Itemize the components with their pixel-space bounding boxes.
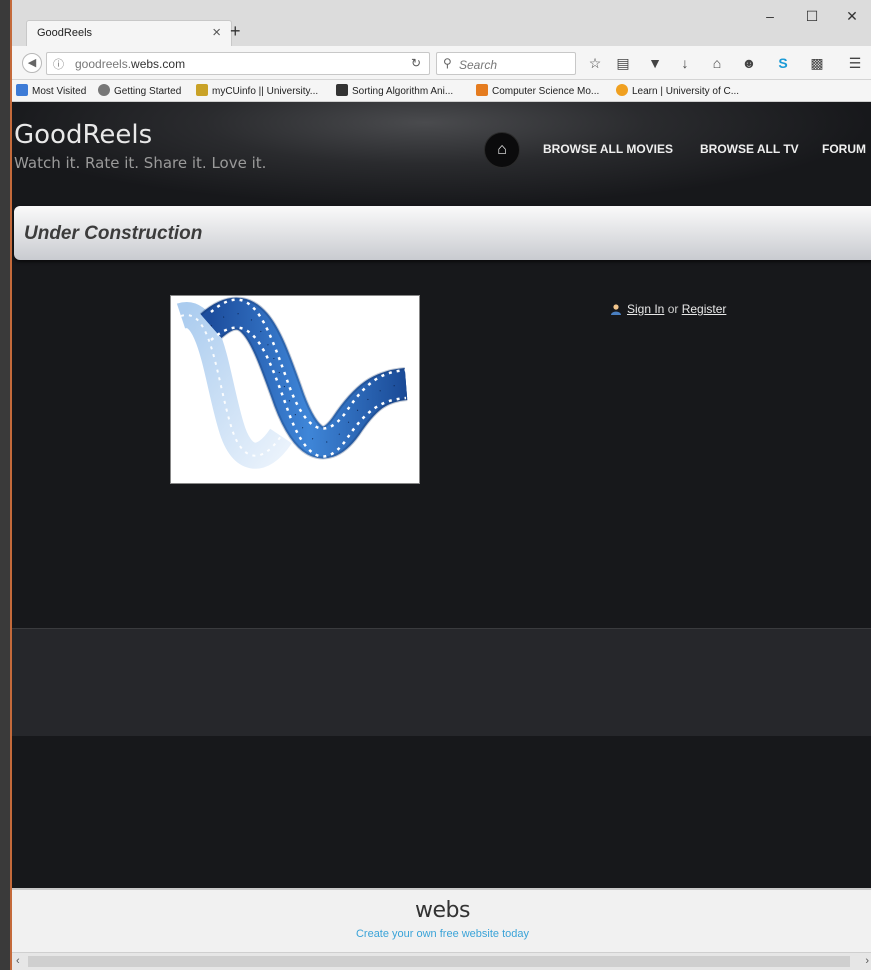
- nav-forum[interactable]: FORUM: [822, 142, 866, 156]
- webs-footer: webs Create your own free website today: [12, 888, 871, 952]
- scroll-left-icon[interactable]: ‹: [16, 955, 20, 967]
- home-icon[interactable]: ⌂: [708, 55, 726, 71]
- maximize-button[interactable]: ☐: [802, 8, 822, 25]
- search-input[interactable]: ⚲ Search: [436, 52, 576, 75]
- learn-icon: [616, 84, 628, 96]
- bookmark-mycuinfo[interactable]: myCUinfo || University...: [196, 84, 318, 97]
- cu-logo-icon: [196, 84, 208, 96]
- new-tab-button[interactable]: +: [230, 21, 241, 42]
- bookmark-icon: [16, 84, 28, 96]
- bookmark-sorting-algorithm[interactable]: Sorting Algorithm Ani...: [336, 84, 453, 97]
- chat-icon[interactable]: ☻: [740, 55, 758, 71]
- reader-view-icon[interactable]: ▤: [614, 55, 632, 72]
- menu-icon[interactable]: ☰: [846, 55, 864, 72]
- search-placeholder: Search: [459, 58, 498, 72]
- extension-icon[interactable]: ▩: [808, 55, 826, 72]
- browser-window: GoodReels × + – ☐ ✕ ◀ ⓘ goodreels.webs.c…: [10, 0, 871, 970]
- bookmark-most-visited[interactable]: Most Visited: [16, 84, 86, 97]
- tab-close-icon[interactable]: ×: [212, 24, 221, 41]
- page-content: GoodReels Watch it. Rate it. Share it. L…: [12, 102, 871, 970]
- home-button[interactable]: ⌂: [484, 132, 520, 168]
- title-bar: GoodReels × + – ☐ ✕: [12, 0, 871, 46]
- skype-icon[interactable]: S: [774, 55, 792, 71]
- bars-icon: [336, 84, 348, 96]
- url-text: goodreels.webs.com: [75, 57, 186, 71]
- bookmarks-toolbar: Most Visited Getting Started myCUinfo ||…: [12, 80, 871, 102]
- page-title: Under Construction: [24, 223, 203, 244]
- bookmark-star-icon[interactable]: ☆: [586, 55, 604, 72]
- site-header: GoodReels Watch it. Rate it. Share it. L…: [12, 102, 871, 206]
- webs-logo[interactable]: webs: [12, 898, 871, 923]
- navigation-bar: ◀ ⓘ goodreels.webs.com ↻ ⚲ Search ☆ ▤ ▼ …: [12, 46, 871, 80]
- download-icon[interactable]: ↓: [676, 55, 694, 71]
- reload-icon[interactable]: ↻: [411, 56, 421, 70]
- nav-browse-all-movies[interactable]: BROWSE ALL MOVIES: [543, 142, 673, 156]
- film-strip-image: [170, 295, 420, 484]
- site-tagline: Watch it. Rate it. Share it. Love it.: [14, 154, 267, 172]
- minimize-button[interactable]: –: [760, 8, 780, 24]
- tab-goodreels[interactable]: GoodReels ×: [26, 20, 232, 46]
- content-band: [12, 628, 871, 736]
- globe-icon: [98, 84, 110, 96]
- register-link[interactable]: Register: [682, 302, 727, 316]
- desktop-edge: [0, 0, 10, 970]
- scrollbar-thumb[interactable]: [28, 956, 850, 967]
- bookmark-learn[interactable]: Learn | University of C...: [616, 84, 739, 97]
- scroll-right-icon[interactable]: ›: [865, 955, 869, 967]
- search-icon: ⚲: [443, 56, 452, 70]
- page-banner: Under Construction: [14, 206, 871, 260]
- bookmark-getting-started[interactable]: Getting Started: [98, 84, 181, 97]
- pocket-icon[interactable]: ▼: [646, 55, 664, 71]
- auth-links: Sign In or Register: [610, 302, 726, 316]
- sign-in-link[interactable]: Sign In: [627, 302, 664, 316]
- webs-promo-link[interactable]: Create your own free website today: [12, 928, 871, 940]
- m-logo-icon: [476, 84, 488, 96]
- info-icon[interactable]: ⓘ: [53, 56, 64, 72]
- back-button[interactable]: ◀: [22, 53, 42, 73]
- horizontal-scrollbar[interactable]: ‹ ›: [12, 952, 871, 970]
- tab-title: GoodReels: [37, 27, 93, 39]
- bookmark-computer-science[interactable]: Computer Science Mo...: [476, 84, 599, 97]
- site-title[interactable]: GoodReels: [14, 120, 152, 150]
- user-icon: [611, 304, 621, 315]
- nav-browse-all-tv[interactable]: BROWSE ALL TV: [700, 142, 799, 156]
- close-window-button[interactable]: ✕: [842, 8, 862, 25]
- or-text: or: [664, 302, 682, 316]
- address-bar[interactable]: ⓘ goodreels.webs.com ↻: [46, 52, 430, 75]
